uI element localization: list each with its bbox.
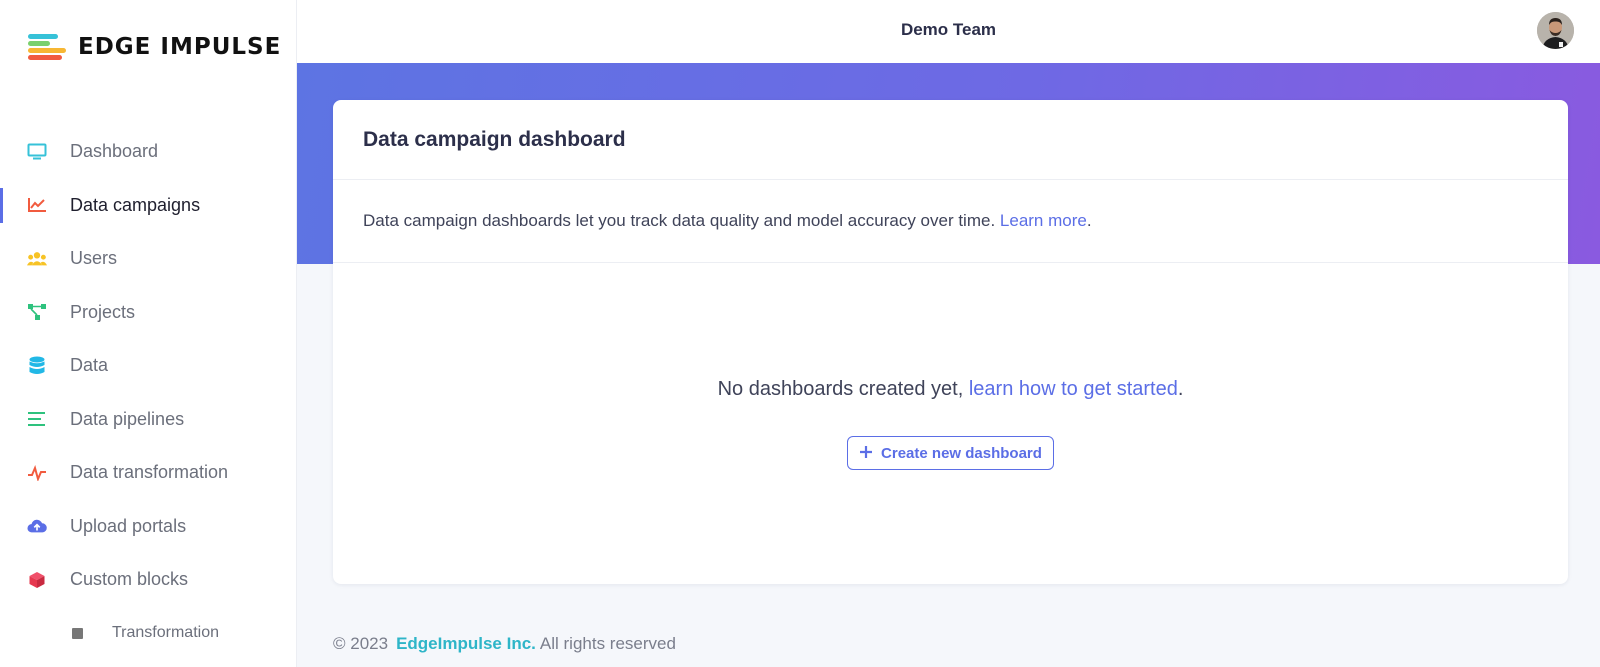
sidebar-item-label: Dashboard xyxy=(70,141,159,162)
activity-icon xyxy=(27,463,47,483)
description-text: Data campaign dashboards let you track d… xyxy=(363,211,996,230)
sidebar-subitem-label: Transformation xyxy=(112,624,219,641)
sidebar-item-users[interactable]: Users xyxy=(0,232,297,286)
footer: © 2023 EdgeImpulse Inc. All rights reserve… xyxy=(333,634,676,654)
page-title: Data campaign dashboard xyxy=(363,127,626,151)
empty-state-message: No dashboards created yet, learn how to … xyxy=(333,378,1568,401)
card-header: Data campaign dashboard xyxy=(333,100,1568,180)
sidebar-item-label: Projects xyxy=(70,301,136,322)
sidebar-item-custom-blocks[interactable]: Custom blocks xyxy=(0,553,297,607)
sidebar-item-data[interactable]: Data xyxy=(0,339,297,393)
sidebar-item-label: Upload portals xyxy=(70,515,187,536)
plus-icon xyxy=(859,443,873,463)
sidebar-item-label: Custom blocks xyxy=(70,569,189,590)
sidebar-item-data-transformation[interactable]: Data transformation xyxy=(0,446,297,500)
dashboard-card: Data campaign dashboard Data campaign da… xyxy=(333,100,1568,584)
sidebar-nav: Dashboard Data campaigns Users Projects … xyxy=(0,125,297,660)
create-dashboard-button[interactable]: Create new dashboard xyxy=(847,436,1054,470)
sidebar: EDGE IMPULSE Dashboard Data campaigns Us… xyxy=(0,0,297,667)
sidebar-item-label: Data campaigns xyxy=(70,194,201,215)
sidebar-item-label: Data pipelines xyxy=(70,408,185,429)
users-icon xyxy=(27,249,47,269)
sidebar-item-data-pipelines[interactable]: Data pipelines xyxy=(0,393,297,447)
footer-company-link[interactable]: EdgeImpulse Inc. xyxy=(396,634,536,653)
empty-state-text: No dashboards created yet, xyxy=(717,378,969,400)
sidebar-item-label: Data transformation xyxy=(70,462,229,483)
cube-icon xyxy=(27,570,47,590)
monitor-icon xyxy=(27,142,47,162)
empty-state-end: . xyxy=(1177,378,1184,400)
learn-more-link[interactable]: Learn more xyxy=(1000,211,1087,231)
cloud-upload-icon xyxy=(27,516,47,536)
square-icon xyxy=(72,627,83,639)
avatar[interactable] xyxy=(1537,12,1574,49)
sidebar-item-data-campaigns[interactable]: Data campaigns xyxy=(0,179,297,233)
sidebar-item-projects[interactable]: Projects xyxy=(0,286,297,340)
footer-copyright: © 2023 xyxy=(333,634,389,653)
topbar: Demo Team xyxy=(297,0,1600,63)
create-dashboard-label: Create new dashboard xyxy=(881,444,1042,462)
list-icon xyxy=(27,409,47,429)
footer-rights: All rights reserved xyxy=(539,634,676,653)
get-started-link[interactable]: learn how to get started xyxy=(969,378,1178,400)
logo-text: EDGE IMPULSE xyxy=(78,34,282,60)
chart-line-icon xyxy=(27,195,47,215)
sidebar-item-label: Users xyxy=(70,248,118,269)
project-tree-icon xyxy=(27,302,47,322)
database-icon xyxy=(27,356,47,376)
sidebar-subitem-transformation[interactable]: Transformation xyxy=(0,607,297,660)
sidebar-item-dashboard[interactable]: Dashboard xyxy=(0,125,297,179)
team-name[interactable]: Demo Team xyxy=(297,20,1600,40)
description-end: . xyxy=(1086,211,1092,230)
sidebar-item-upload-portals[interactable]: Upload portals xyxy=(0,500,297,554)
logo[interactable]: EDGE IMPULSE xyxy=(28,32,281,62)
edge-impulse-logo-icon xyxy=(28,32,70,62)
sidebar-item-label: Data xyxy=(70,355,109,376)
card-description: Data campaign dashboards let you track d… xyxy=(333,180,1568,263)
